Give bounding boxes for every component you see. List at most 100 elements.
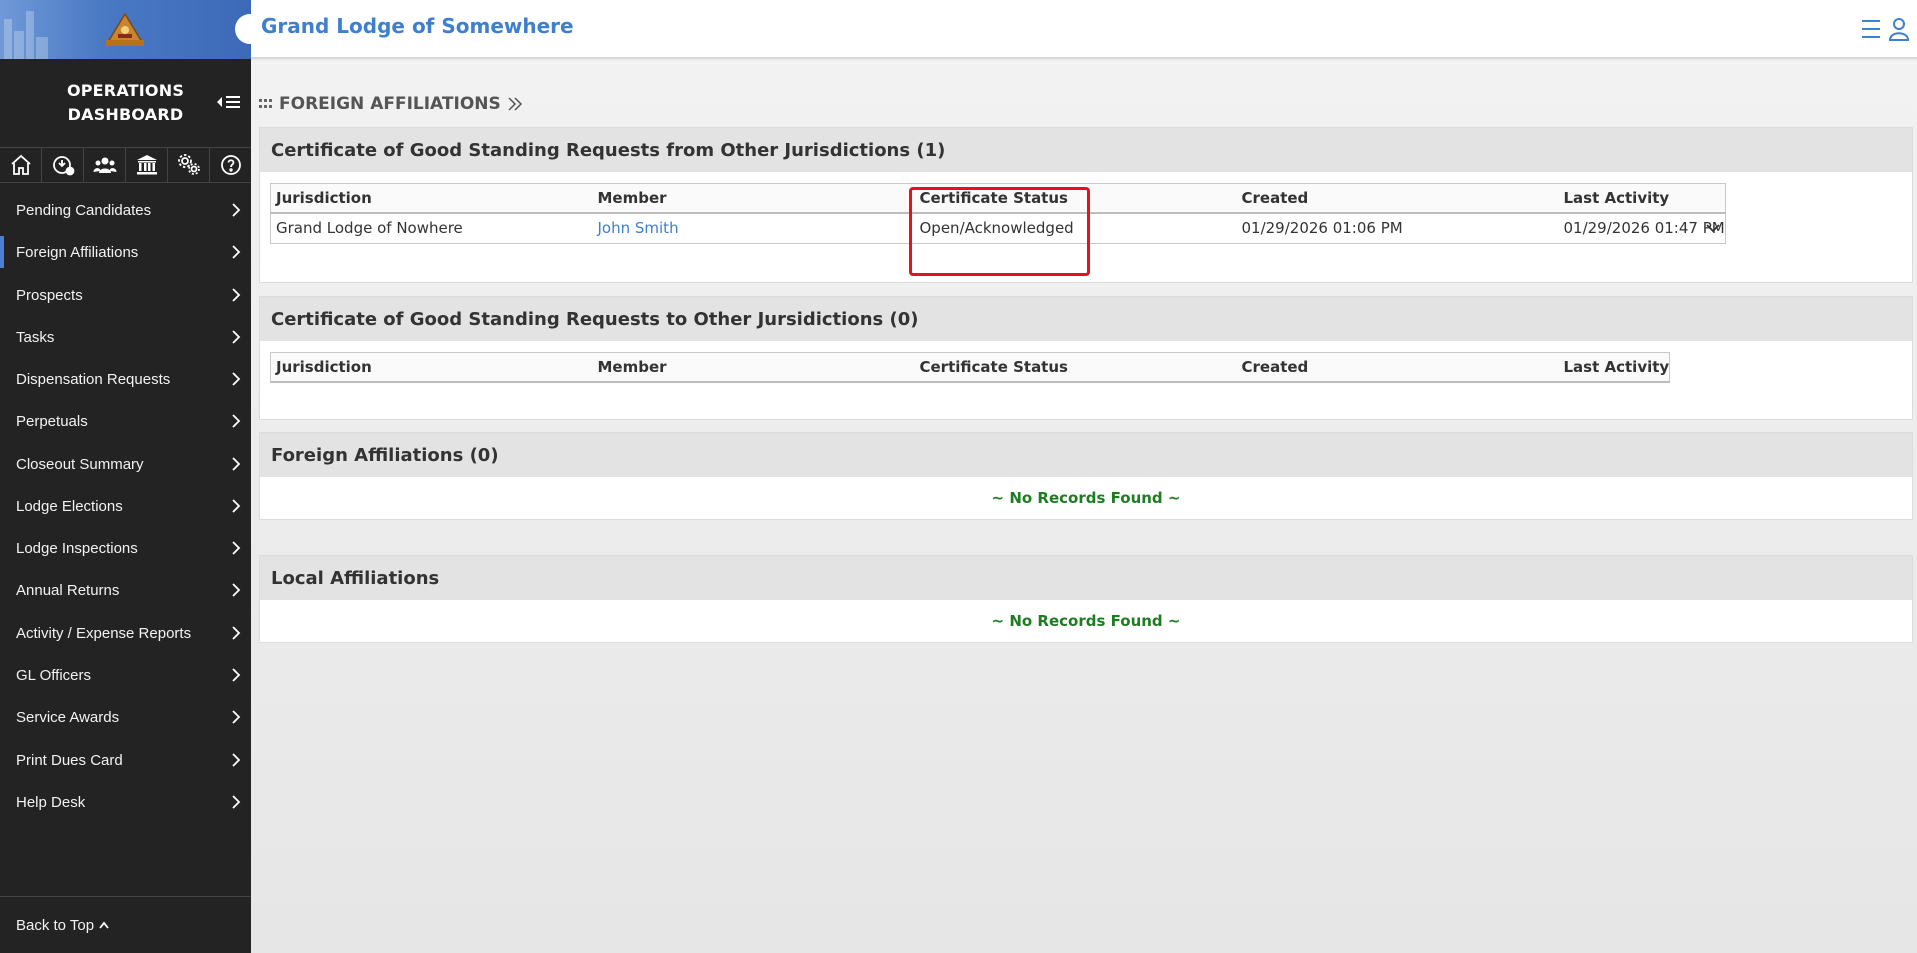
sidebar-item-foreign-affiliations[interactable]: Foreign Affiliations: [0, 232, 251, 272]
column-header-certificate-status[interactable]: Certificate Status: [914, 352, 1237, 383]
column-header-last-activity[interactable]: Last Activity: [1558, 183, 1726, 214]
chevron-right-icon: [232, 372, 241, 386]
sidebar-item-annual-returns[interactable]: Annual Returns: [0, 570, 251, 610]
main-content: FOREIGN AFFILIATIONS Certificate of Good…: [251, 61, 1917, 953]
sidebar-item-prospects[interactable]: Prospects: [0, 275, 251, 315]
breadcrumb: FOREIGN AFFILIATIONS: [259, 94, 523, 114]
sidebar-item-label: Help Desk: [16, 793, 86, 811]
sidebar-item-label: Tasks: [16, 328, 55, 346]
cell-certificate-status: Open/Acknowledged: [919, 219, 1074, 238]
chevron-right-icon: [232, 330, 241, 344]
sidebar-item-lodge-elections[interactable]: Lodge Elections: [0, 486, 251, 526]
sidebar-item-label: Closeout Summary: [16, 455, 144, 473]
sidebar-item-print-dues-card[interactable]: Print Dues Card: [0, 740, 251, 780]
cell-last-activity: 01/29/2026 01:47 PM: [1559, 213, 1726, 244]
chevron-right-icon: [232, 457, 241, 471]
sidebar-item-service-awards[interactable]: Service Awards: [0, 697, 251, 737]
sidebar-item-perpetuals[interactable]: Perpetuals: [0, 401, 251, 441]
grid-icon: [259, 99, 272, 108]
chevron-down-icon[interactable]: [1705, 222, 1721, 234]
sidebar-item-label: Perpetuals: [16, 412, 88, 430]
members-button[interactable]: [84, 148, 126, 182]
sidebar: OPERATIONS DASHBOARD Pending Candidates …: [0, 0, 251, 953]
sidebar-item-help-desk[interactable]: Help Desk: [0, 782, 251, 822]
header-actions: [1859, 16, 1911, 42]
dashboard-title-text: OPERATIONS DASHBOARD: [66, 81, 185, 124]
help-button[interactable]: [210, 148, 251, 182]
sidebar-item-label: Lodge Inspections: [16, 539, 138, 557]
sidebar-logo-area: [0, 0, 251, 59]
gears-icon: [177, 154, 200, 175]
column-header-member[interactable]: Member: [592, 183, 915, 214]
chevron-right-icon: [232, 203, 241, 217]
cell-jurisdiction: Grand Lodge of Nowhere: [276, 219, 463, 238]
chevron-right-icon: [232, 499, 241, 513]
back-to-top-label: Back to Top: [16, 916, 95, 934]
column-header-jurisdiction[interactable]: Jurisdiction: [270, 352, 593, 383]
hamburger-menu-icon: [1862, 20, 1880, 38]
table-header-row: Jurisdiction Member Certificate Status C…: [270, 183, 1726, 214]
column-header-jurisdiction[interactable]: Jurisdiction: [270, 183, 593, 214]
sidebar-item-label: Lodge Elections: [16, 497, 123, 515]
sidebar-item-tasks[interactable]: Tasks: [0, 317, 251, 357]
lodge-emblem-icon: [106, 12, 144, 46]
sidebar-item-label: GL Officers: [16, 666, 92, 684]
sidebar-item-label: Foreign Affiliations: [16, 243, 139, 261]
panel-title: Local Affiliations: [260, 556, 1912, 600]
dashboard-title: OPERATIONS DASHBOARD: [0, 59, 251, 147]
sidebar-item-label: Dispensation Requests: [16, 370, 171, 388]
sidebar-quick-icons: [0, 147, 251, 183]
lodges-button[interactable]: [126, 148, 168, 182]
sidebar-item-pending-candidates[interactable]: Pending Candidates: [0, 190, 251, 230]
settings-button[interactable]: [168, 148, 210, 182]
double-chevron-right-icon: [508, 97, 522, 111]
sidebar-item-closeout-summary[interactable]: Closeout Summary: [0, 444, 251, 484]
chevron-right-icon: [232, 288, 241, 302]
collapse-sidebar-icon[interactable]: [215, 92, 243, 112]
requests-to-table: Jurisdiction Member Certificate Status C…: [270, 352, 1671, 383]
chevron-right-icon: [232, 541, 241, 555]
home-button[interactable]: [0, 148, 42, 182]
sidebar-item-label: Pending Candidates: [16, 201, 152, 219]
no-records-message: ~ No Records Found ~: [991, 612, 1181, 630]
sidebar-item-label: Activity / Expense Reports: [16, 624, 192, 642]
column-header-certificate-status[interactable]: Certificate Status: [914, 183, 1237, 214]
app-title: Grand Lodge of Somewhere: [261, 14, 574, 38]
sidebar-item-lodge-inspections[interactable]: Lodge Inspections: [0, 528, 251, 568]
sidebar-item-dispensation-requests[interactable]: Dispensation Requests: [0, 359, 251, 399]
back-to-top-link[interactable]: Back to Top: [0, 896, 251, 953]
chevron-right-icon: [232, 583, 241, 597]
downloads-button[interactable]: [42, 148, 84, 182]
chevron-up-icon: [99, 921, 109, 929]
panel-requests-to-other-jurisdictions: Certificate of Good Standing Requests to…: [259, 296, 1913, 420]
sidebar-item-gl-officers[interactable]: GL Officers: [0, 655, 251, 695]
user-icon: [1888, 18, 1910, 41]
column-header-created[interactable]: Created: [1236, 352, 1559, 383]
user-profile-button[interactable]: [1887, 16, 1911, 42]
column-header-member[interactable]: Member: [592, 352, 915, 383]
menu-button[interactable]: [1859, 16, 1883, 42]
panel-title: Certificate of Good Standing Requests to…: [260, 297, 1912, 341]
no-records-message: ~ No Records Found ~: [991, 489, 1181, 507]
cell-member: John Smith: [593, 213, 915, 244]
table-header-row: Jurisdiction Member Certificate Status C…: [270, 352, 1670, 383]
sidebar-item-activity-expense-reports[interactable]: Activity / Expense Reports: [0, 613, 251, 653]
column-header-created[interactable]: Created: [1236, 183, 1559, 214]
panel-local-affiliations: Local Affiliations ~ No Records Found ~: [259, 555, 1913, 643]
download-clock-icon: [52, 156, 74, 176]
table-row[interactable]: Grand Lodge of Nowhere John Smith Open/A…: [271, 213, 1726, 244]
member-link[interactable]: John Smith: [598, 219, 679, 237]
sidebar-item-label: Print Dues Card: [16, 751, 123, 769]
requests-from-table: Jurisdiction Member Certificate Status C…: [270, 183, 1726, 244]
sidebar-item-label: Prospects: [16, 286, 83, 304]
home-icon: [10, 154, 31, 175]
panel-foreign-affiliations: Foreign Affiliations (0) ~ No Records Fo…: [259, 432, 1913, 520]
column-header-last-activity[interactable]: Last Activity: [1558, 352, 1670, 383]
users-icon: [93, 157, 116, 173]
cell-created: 01/29/2026 01:06 PM: [1241, 219, 1403, 238]
top-header: Grand Lodge of Somewhere: [235, 0, 1917, 59]
chevron-right-icon: [232, 753, 241, 767]
panel-requests-from-other-jurisdictions: Certificate of Good Standing Requests fr…: [259, 127, 1913, 283]
sidebar-item-label: Service Awards: [16, 708, 120, 726]
chevron-right-icon: [232, 795, 241, 809]
